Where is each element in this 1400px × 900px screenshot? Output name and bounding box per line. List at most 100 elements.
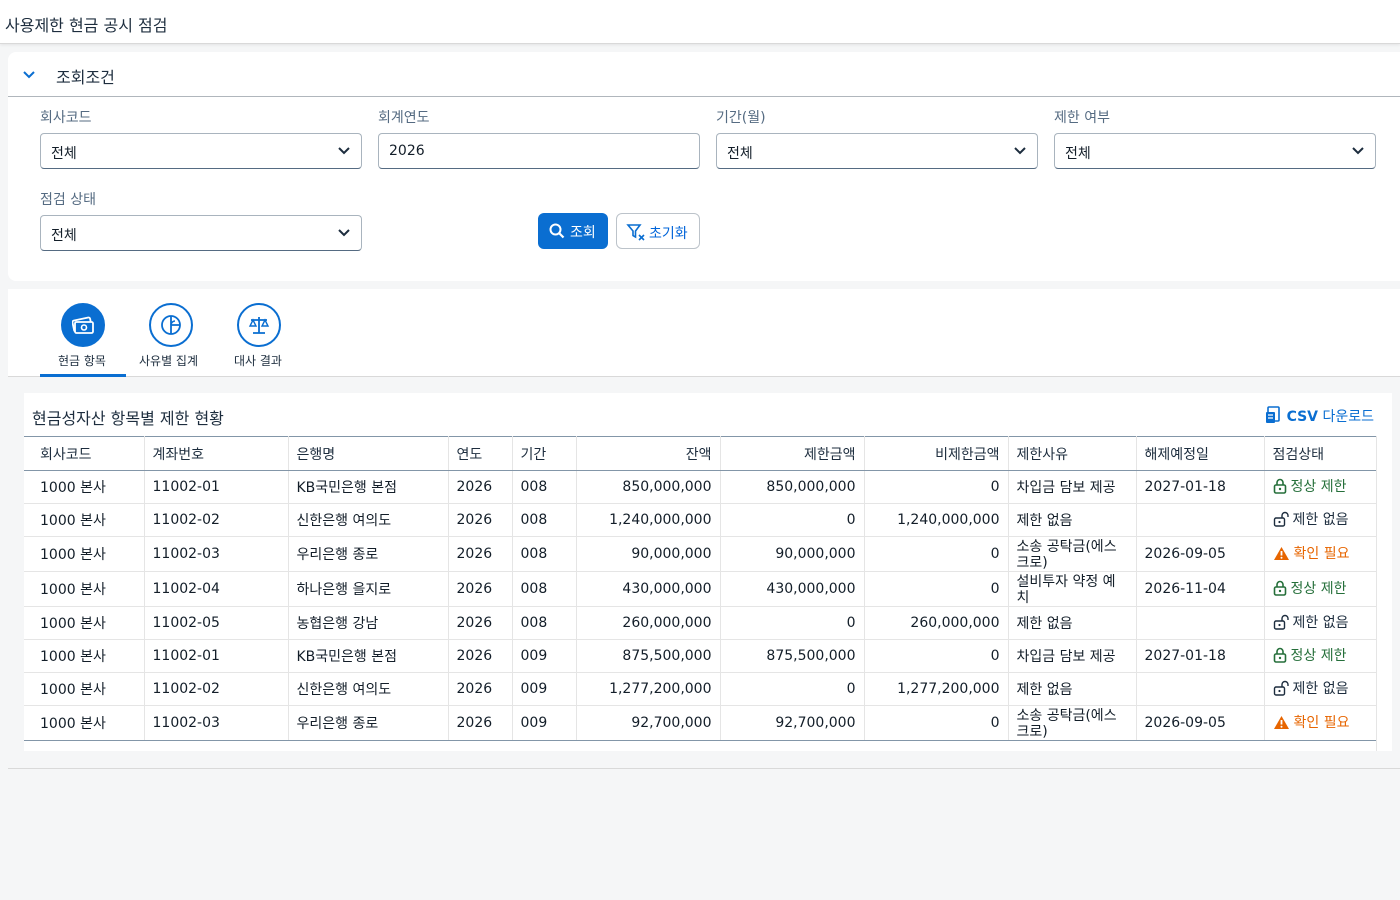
- cell-account: 11002-05: [144, 606, 289, 640]
- warning-icon: [1273, 715, 1289, 729]
- tab-reconciliation[interactable]: 대사 결과: [228, 289, 290, 377]
- period-select[interactable]: 전체: [716, 133, 1038, 169]
- column-header[interactable]: 기간: [512, 436, 577, 471]
- chevron-down-icon[interactable]: [20, 66, 38, 84]
- cell-release: [1136, 503, 1265, 537]
- unlock-icon: [1273, 614, 1289, 630]
- restricted-select[interactable]: 전체: [1054, 133, 1376, 169]
- cell-year: 2026: [448, 571, 513, 607]
- cell-company: 1000 본사: [24, 639, 145, 673]
- cell-unrestricted: 1,240,000,000: [864, 503, 1009, 537]
- column-header[interactable]: 잔액: [576, 436, 721, 471]
- filter-panel-title: 조회조건: [56, 68, 115, 87]
- cell-account: 11002-01: [144, 470, 289, 504]
- reset-button[interactable]: 초기화: [616, 213, 700, 249]
- cell-restricted: 90,000,000: [720, 536, 865, 572]
- cell-reason: 제한 없음: [1008, 672, 1137, 706]
- status-badge: 확인 필요: [1273, 712, 1350, 732]
- column-header[interactable]: 계좌번호: [144, 436, 289, 471]
- cell-reason: 설비투자 약정 예치: [1008, 571, 1137, 607]
- cell-year: 2026: [448, 503, 513, 537]
- cell-release: 2026-09-05: [1136, 536, 1265, 572]
- cell-balance: 1,277,200,000: [576, 672, 721, 706]
- cell-reason: 제한 없음: [1008, 503, 1137, 537]
- cell-bank: 우리은행 종로: [288, 705, 449, 741]
- cell-restricted: 0: [720, 606, 865, 640]
- cell-reason: 소송 공탁금(에스크로): [1008, 705, 1137, 741]
- cell-unrestricted: 0: [864, 639, 1009, 673]
- tab-cash-items[interactable]: 현금 항목: [40, 289, 126, 377]
- table-row[interactable]: 1000 본사 11002-01 KB국민은행 본점 2026 008 850,000,0…: [24, 470, 1377, 504]
- cell-period: 008: [512, 606, 577, 640]
- csv-label: CSV: [1286, 409, 1319, 425]
- csv-download-button[interactable]: CSV 다운로드: [1265, 406, 1374, 426]
- check-status-select[interactable]: 전체: [40, 215, 362, 251]
- cell-balance: 1,240,000,000: [576, 503, 721, 537]
- column-header[interactable]: 연도: [448, 436, 513, 471]
- fiscal-year-input[interactable]: 2026: [378, 133, 700, 169]
- column-header[interactable]: 비제한금액: [864, 436, 1009, 471]
- restricted-value: 전체: [1065, 146, 1091, 162]
- cell-bank: 신한은행 여의도: [288, 672, 449, 706]
- cell-bank: 하나은행 을지로: [288, 571, 449, 607]
- cell-unrestricted: 1,277,200,000: [864, 672, 1009, 706]
- search-button-label: 조회: [570, 224, 596, 240]
- cell-restricted: 850,000,000: [720, 470, 865, 504]
- cell-status: 확인 필요: [1264, 705, 1377, 741]
- cell-period: 009: [512, 705, 577, 741]
- status-badge: 정상 제한: [1273, 476, 1347, 496]
- vertical-scrollbar[interactable]: [1376, 436, 1392, 751]
- unlock-icon: [1273, 680, 1289, 696]
- company-code-select[interactable]: 전체: [40, 133, 362, 169]
- restricted-label: 제한 여부: [1054, 110, 1110, 126]
- money-icon: [61, 303, 105, 347]
- cell-bank: KB국민은행 본점: [288, 639, 449, 673]
- column-header[interactable]: 점검상태: [1264, 436, 1377, 471]
- cell-reason: 소송 공탁금(에스크로): [1008, 536, 1137, 572]
- warning-icon: [1273, 546, 1289, 560]
- cell-company: 1000 본사: [24, 672, 145, 706]
- cell-restricted: 875,500,000: [720, 639, 865, 673]
- cell-year: 2026: [448, 606, 513, 640]
- table-row[interactable]: 1000 본사 11002-04 하나은행 을지로 2026 008 430,000,00…: [24, 571, 1377, 607]
- divider: [8, 768, 1400, 769]
- table-row[interactable]: 1000 본사 11002-02 신한은행 여의도 2026 008 1,240,000,…: [24, 503, 1377, 537]
- cell-unrestricted: 260,000,000: [864, 606, 1009, 640]
- table-row[interactable]: 1000 본사 11002-03 우리은행 종로 2026 008 90,000,000 9…: [24, 536, 1377, 572]
- cell-balance: 260,000,000: [576, 606, 721, 640]
- tab-cash-items-label: 현금 항목: [58, 354, 106, 368]
- status-label: 확인 필요: [1293, 546, 1350, 563]
- cell-status: 제한 없음: [1264, 672, 1377, 706]
- table-row[interactable]: 1000 본사 11002-03 우리은행 종로 2026 009 92,700,000 9…: [24, 705, 1377, 741]
- cell-account: 11002-03: [144, 705, 289, 741]
- column-header[interactable]: 해제예정일: [1136, 436, 1265, 471]
- column-header[interactable]: 회사코드: [24, 436, 145, 471]
- column-header[interactable]: 제한사유: [1008, 436, 1137, 471]
- tab-reason-summary[interactable]: 사유별 집계: [138, 289, 204, 377]
- search-icon: [549, 223, 565, 242]
- status-label: 제한 없음: [1292, 615, 1349, 631]
- cell-period: 008: [512, 470, 577, 504]
- cell-release: [1136, 606, 1265, 640]
- cell-company: 1000 본사: [24, 470, 145, 504]
- status-label: 정상 제한: [1290, 479, 1347, 495]
- status-label: 제한 없음: [1292, 681, 1349, 697]
- search-button[interactable]: 조회: [538, 213, 608, 249]
- cell-account: 11002-01: [144, 639, 289, 673]
- cell-account: 11002-03: [144, 536, 289, 572]
- table-header-row: 회사코드 계좌번호 은행명 연도 기간 잔액 제한금액 비제한금액 제한사유 해…: [24, 436, 1377, 471]
- column-header[interactable]: 은행명: [288, 436, 449, 471]
- table-row[interactable]: 1000 본사 11002-02 신한은행 여의도 2026 009 1,277,200,…: [24, 672, 1377, 706]
- page-title: 사용제한 현금 공시 점검: [5, 16, 168, 35]
- cell-period: 009: [512, 639, 577, 673]
- status-label: 확인 필요: [1293, 715, 1350, 732]
- table-row[interactable]: 1000 본사 11002-05 농협은행 강남 2026 008 260,000,000…: [24, 606, 1377, 640]
- column-header[interactable]: 제한금액: [720, 436, 865, 471]
- table-row[interactable]: 1000 본사 11002-01 KB국민은행 본점 2026 009 875,500,0…: [24, 639, 1377, 673]
- cell-restricted: 0: [720, 503, 865, 537]
- lock-icon: [1273, 478, 1286, 494]
- cell-release: 2026-11-04: [1136, 571, 1265, 607]
- cell-status: 정상 제한: [1264, 571, 1377, 607]
- cell-status: 제한 없음: [1264, 503, 1377, 537]
- cell-year: 2026: [448, 705, 513, 741]
